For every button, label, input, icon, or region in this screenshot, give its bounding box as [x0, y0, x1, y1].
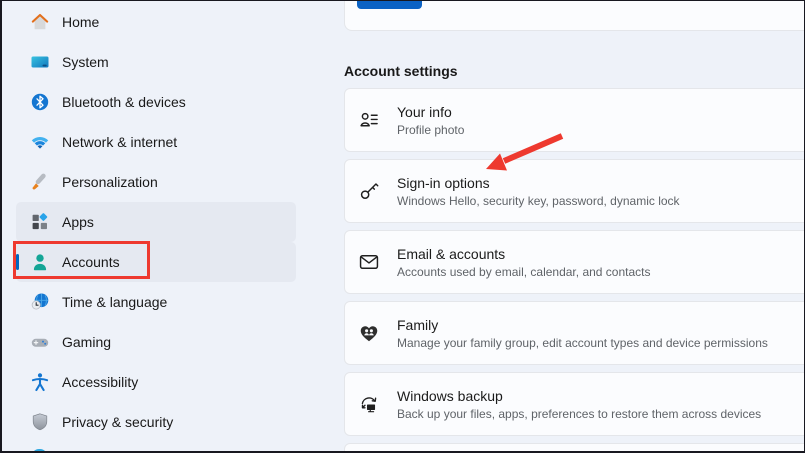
partial-top-card [344, 0, 805, 31]
main-panel: Account settings Your info Profile photo… [0, 0, 805, 453]
primary-action-button[interactable] [357, 0, 422, 9]
card-your-info[interactable]: Your info Profile photo [344, 88, 805, 152]
card-title: Family [397, 316, 439, 333]
card-sign-in-options[interactable]: Sign-in options Windows Hello, security … [344, 159, 805, 223]
card-subtitle: Back up your files, apps, preferences to… [397, 406, 762, 421]
card-subtitle: Profile photo [397, 122, 465, 137]
card-windows-backup[interactable]: Windows backup Back up your files, apps,… [344, 372, 805, 436]
card-partial-bottom[interactable] [344, 443, 805, 453]
card-subtitle: Manage your family group, edit account t… [397, 335, 768, 350]
card-title: Email & accounts [397, 245, 506, 262]
card-title: Sign-in options [397, 174, 490, 191]
card-subtitle: Windows Hello, security key, password, d… [397, 193, 680, 208]
sign-in-options-icon [358, 180, 380, 202]
your-info-icon [358, 109, 380, 131]
card-email-accounts[interactable]: Email & accounts Accounts used by email,… [344, 230, 805, 294]
card-family[interactable]: Family Manage your family group, edit ac… [344, 301, 805, 365]
settings-window: Home System Bluetooth & devices Network … [0, 0, 805, 453]
windows-backup-icon [358, 393, 380, 415]
card-subtitle: Accounts used by email, calendar, and co… [397, 264, 651, 279]
card-title: Your info [397, 103, 452, 120]
section-title: Account settings [344, 63, 458, 79]
email-accounts-icon [358, 251, 380, 273]
family-icon [358, 322, 380, 344]
card-title: Windows backup [397, 387, 503, 404]
